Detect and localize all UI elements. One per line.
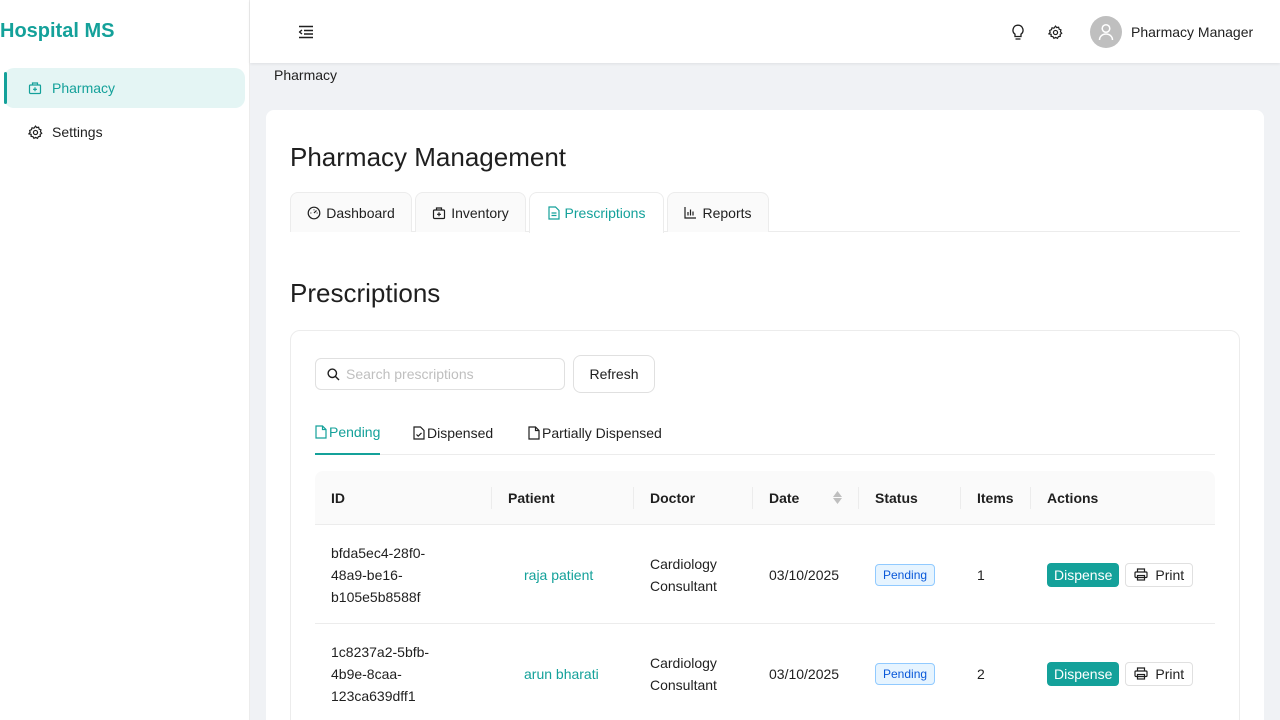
app-title: Hospital MS: [0, 20, 115, 42]
main-card: Pharmacy Management Dashboard Inventory …: [266, 110, 1264, 720]
patient-link[interactable]: arun bharati: [524, 663, 599, 685]
prescription-date: 03/10/2025: [769, 665, 840, 682]
file-done-icon: [413, 426, 425, 440]
column-header-items: Items: [977, 490, 1014, 506]
column-header-patient: Patient: [508, 490, 555, 506]
gear-icon: [26, 123, 44, 141]
menu-fold-icon[interactable]: [294, 20, 318, 44]
table-row: bfda5ec4-28f0- 48a9-be16- b105e5b8588f r…: [315, 525, 1215, 624]
dashboard-icon: [307, 206, 321, 220]
sidebar-item-pharmacy[interactable]: Pharmacy: [4, 68, 245, 108]
table-row: 1c8237a2-5bfb- 4b9e-8caa- 123ca639dff1 a…: [315, 624, 1215, 720]
column-divider: [491, 487, 492, 509]
sidebar: Hospital MS Pharmacy Settings: [0, 0, 250, 720]
sort-icon[interactable]: [833, 491, 842, 504]
prescription-id: 1c8237a2-5bfb- 4b9e-8caa- 123ca639dff1: [331, 643, 430, 704]
printer-icon: [1134, 667, 1148, 680]
top-header: Pharmacy Manager: [250, 0, 1280, 63]
subtab-partially-dispensed[interactable]: Partially Dispensed: [528, 411, 662, 455]
table-header: ID Patient Doctor Date Status Items Acti…: [315, 471, 1215, 525]
gear-icon[interactable]: [1045, 22, 1065, 42]
user-name: Pharmacy Manager: [1131, 24, 1254, 40]
print-button[interactable]: Print: [1125, 661, 1194, 686]
search-field[interactable]: [346, 366, 546, 382]
tab-prescriptions[interactable]: Prescriptions: [529, 192, 664, 233]
column-divider: [752, 487, 753, 509]
prescriptions-panel: Refresh Pending Dispensed Partially Disp…: [290, 330, 1240, 720]
refresh-button[interactable]: Refresh: [573, 355, 655, 393]
column-divider: [858, 487, 859, 509]
avatar: [1090, 16, 1122, 48]
prescription-date: 03/10/2025: [769, 566, 840, 583]
column-header-actions: Actions: [1047, 490, 1099, 506]
bulb-icon[interactable]: [1008, 22, 1028, 42]
subtab-dispensed[interactable]: Dispensed: [413, 411, 493, 455]
page-tabs: Dashboard Inventory Prescriptions Report…: [290, 192, 1240, 233]
prescriptions-table: ID Patient Doctor Date Status Items Acti…: [315, 471, 1215, 720]
breadcrumb[interactable]: Pharmacy: [274, 67, 337, 83]
status-badge: Pending: [875, 563, 936, 586]
column-divider: [1030, 487, 1031, 509]
column-divider: [633, 487, 634, 509]
status-subtabs: Pending Dispensed Partially Dispensed: [315, 411, 1215, 455]
patient-link[interactable]: raja patient: [524, 564, 593, 586]
doctor-name: Cardiology Consultant: [650, 654, 717, 693]
dispense-button[interactable]: Dispense: [1047, 562, 1120, 587]
user-menu[interactable]: Pharmacy Manager: [1090, 16, 1253, 48]
doctor-name: Cardiology Consultant: [650, 555, 717, 594]
section-title: Prescriptions: [290, 278, 441, 308]
column-header-date[interactable]: Date: [769, 471, 799, 525]
bar-chart-icon: [684, 206, 697, 219]
prescription-id: bfda5ec4-28f0- 48a9-be16- b105e5b8588f: [331, 544, 426, 605]
sidebar-item-label: Settings: [52, 124, 103, 140]
sidebar-item-settings[interactable]: Settings: [4, 112, 245, 152]
subtab-pending[interactable]: Pending: [315, 411, 381, 455]
search-icon: [327, 367, 340, 381]
column-header-doctor: Doctor: [650, 490, 696, 506]
medicine-box-icon: [432, 206, 446, 220]
items-count: 2: [977, 665, 985, 682]
file-icon: [528, 426, 540, 440]
column-header-id: ID: [331, 490, 345, 506]
print-button[interactable]: Print: [1125, 562, 1194, 587]
tab-reports[interactable]: Reports: [667, 192, 769, 232]
column-header-status: Status: [875, 490, 918, 506]
column-divider: [960, 487, 961, 509]
tab-dashboard[interactable]: Dashboard: [290, 192, 412, 232]
status-badge: Pending: [875, 662, 936, 685]
file-text-icon: [547, 206, 560, 220]
items-count: 1: [977, 566, 985, 583]
page-title: Pharmacy Management: [290, 142, 567, 172]
printer-icon: [1134, 568, 1148, 581]
search-input[interactable]: [315, 358, 565, 390]
medicine-box-icon: [26, 79, 44, 97]
sidebar-item-label: Pharmacy: [52, 80, 116, 96]
dispense-button[interactable]: Dispense: [1047, 661, 1120, 686]
tab-inventory[interactable]: Inventory: [415, 192, 526, 232]
file-icon: [315, 425, 327, 439]
